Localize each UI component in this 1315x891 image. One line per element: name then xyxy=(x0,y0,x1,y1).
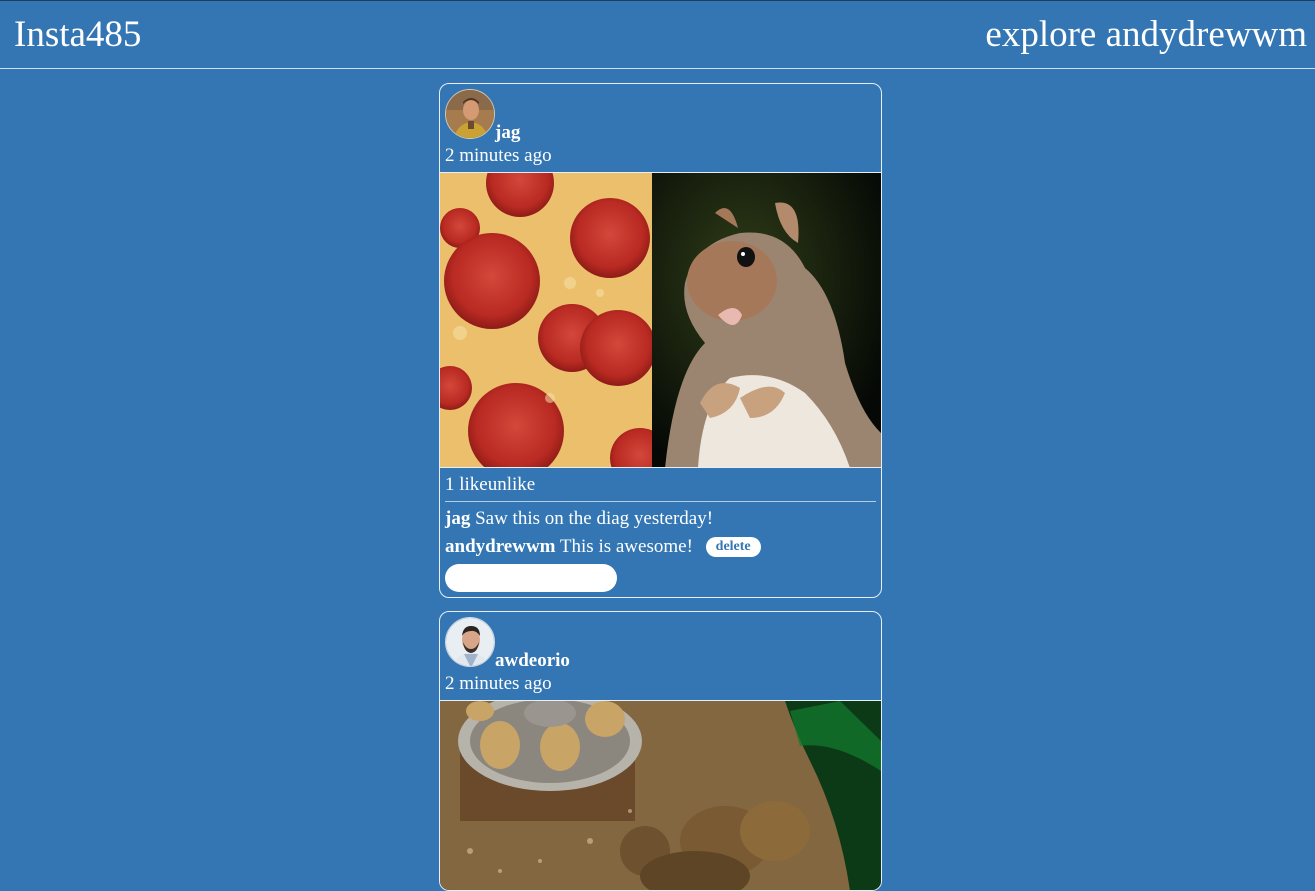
comment-text: Saw this on the diag yesterday! xyxy=(475,508,714,529)
post-card: jag 2 minutes ago 1 likeunlike jag Saw t… xyxy=(439,83,882,598)
comment-owner[interactable]: andydrewwm xyxy=(445,536,556,557)
post-timestamp-link[interactable]: 2 minutes ago xyxy=(445,145,552,167)
likes-row: 1 likeunlike xyxy=(445,474,535,496)
post-image[interactable] xyxy=(440,701,881,890)
comment: jag Saw this on the diag yesterday! xyxy=(445,508,713,530)
post-header: awdeorio 2 minutes ago xyxy=(440,612,881,701)
top-bar: Insta485 explore andydrewwm xyxy=(0,0,1315,69)
logo-link[interactable]: Insta485 xyxy=(14,15,141,55)
comment-input[interactable] xyxy=(445,564,617,592)
avatar-image xyxy=(446,618,494,666)
post-owner-link[interactable]: jag xyxy=(495,122,520,144)
avatar[interactable] xyxy=(445,617,495,667)
unlike-button[interactable]: unlike xyxy=(488,474,536,496)
comment-text: This is awesome! xyxy=(559,536,693,557)
divider xyxy=(445,501,876,502)
likes-count: 1 like xyxy=(445,474,488,495)
comment-owner[interactable]: jag xyxy=(445,508,470,529)
post-card: awdeorio 2 minutes ago xyxy=(439,611,882,891)
post-owner-link[interactable]: awdeorio xyxy=(495,650,570,672)
delete-comment-button[interactable]: delete xyxy=(705,537,761,557)
post-image[interactable] xyxy=(440,173,881,468)
avatar-image xyxy=(446,90,494,138)
user-profile-link[interactable]: andydrewwm xyxy=(1106,14,1307,55)
top-nav: explore andydrewwm xyxy=(985,15,1307,55)
post-timestamp-link[interactable]: 2 minutes ago xyxy=(445,673,552,695)
comment: andydrewwm This is awesome! delete xyxy=(445,536,761,558)
post-header: jag 2 minutes ago xyxy=(440,84,881,173)
avatar[interactable] xyxy=(445,89,495,139)
explore-link[interactable]: explore xyxy=(985,14,1096,55)
